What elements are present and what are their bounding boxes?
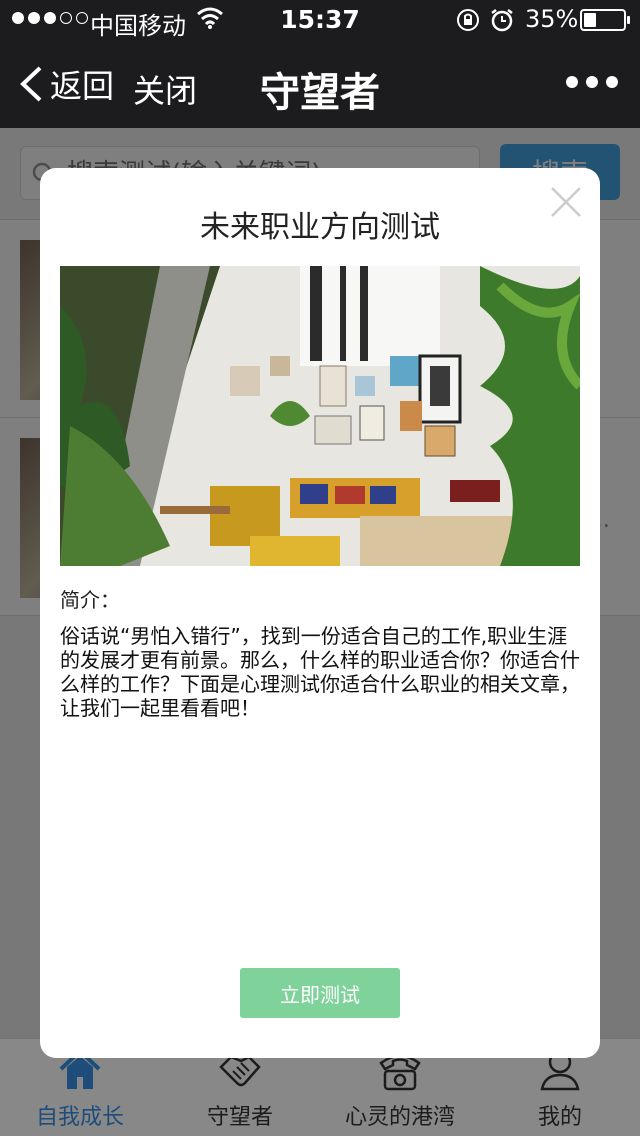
start-test-button[interactable]: 立即测试	[240, 968, 400, 1018]
intro-text: 俗话说“男怕入错行”，找到一份适合自己的工作,职业生涯的发展才更有前景。那么，什…	[60, 624, 580, 720]
nav-bar: 返回 关闭 守望者	[0, 40, 640, 128]
status-bar: 中国移动 15:37 35%	[0, 0, 640, 40]
test-intro-modal: 未来职业方向测试 简介： 俗话说“男怕入错行”，找到一份适合自己的工作,职业生涯…	[40, 168, 600, 1058]
page-title: 守望者	[260, 70, 380, 116]
intro-label: 简介：	[60, 588, 120, 612]
rotation-lock-icon	[457, 9, 479, 31]
alarm-icon	[491, 9, 513, 32]
more-dots-icon[interactable]	[566, 76, 618, 88]
modal-title: 未来职业方向测试	[200, 210, 440, 245]
battery-icon	[580, 9, 630, 31]
living-room-photo	[60, 266, 580, 566]
battery-percent: 35%	[525, 5, 579, 33]
